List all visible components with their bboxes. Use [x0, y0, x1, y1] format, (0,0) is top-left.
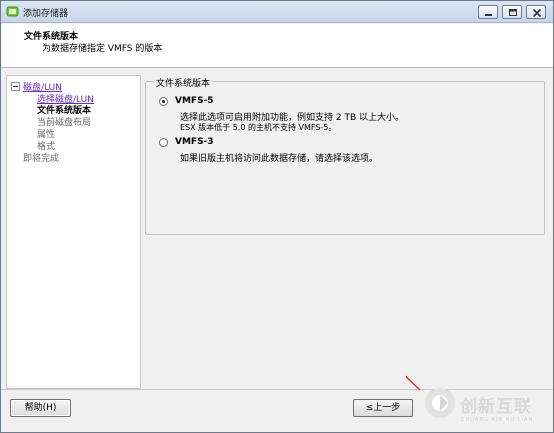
minimize-icon	[485, 14, 492, 16]
minimize-button[interactable]	[478, 5, 498, 19]
close-button[interactable]	[526, 5, 546, 19]
page-subtitle: 为数据存储指定 VMFS 的版本	[42, 44, 163, 54]
add-storage-window: 添加存储器 文件系统版本 为数据存储指定 VMFS 的版本 磁盘/LUN 选择磁…	[0, 0, 554, 433]
group-legend: 文件系统版本	[154, 76, 213, 89]
vmfs5-note: ESX 版本低于 5.0 的主机不支持 VMFS-5。	[180, 123, 337, 132]
maximize-button[interactable]	[502, 5, 522, 19]
window-title: 添加存储器	[23, 9, 69, 19]
vmfs5-radio[interactable]	[159, 97, 168, 106]
main-panel: 文件系统版本 VMFS-5 选择此选项可启用附加功能，例如支持 2 TB 以上大…	[141, 68, 553, 389]
back-button[interactable]: ≤上一步	[353, 399, 413, 417]
fs-version-group: 文件系统版本 VMFS-5 选择此选项可启用附加功能，例如支持 2 TB 以上大…	[145, 76, 545, 235]
watermark-logo: 创新互联 CHUANG XIN HU LIAN	[406, 373, 553, 432]
storage-app-icon	[6, 6, 19, 17]
wizard-header: 文件系统版本 为数据存储指定 VMFS 的版本	[1, 24, 553, 68]
vmfs3-description: 如果旧版主机将访问此数据存储，请选择该选项。	[180, 154, 379, 164]
vmfs3-radio[interactable]	[159, 138, 168, 147]
vmfs3-label[interactable]: VMFS-3	[175, 137, 214, 147]
nav-item-ready: 即将完成	[23, 154, 60, 164]
help-button[interactable]: 帮助(H)	[10, 399, 71, 417]
vmfs5-label[interactable]: VMFS-5	[175, 96, 214, 106]
watermark-text: 创新互联	[460, 397, 532, 417]
watermark-subtext: CHUANG XIN HU LIAN	[461, 417, 534, 423]
wizard-steps-nav: 磁盘/LUN 选择磁盘/LUN 文件系统版本 当前磁盘布局 属性 格式 即将完成	[6, 75, 141, 389]
collapse-toggle-icon[interactable]	[11, 82, 20, 91]
maximize-icon	[509, 9, 517, 16]
close-icon	[532, 8, 542, 18]
title-bar[interactable]: 添加存储器	[1, 1, 553, 23]
